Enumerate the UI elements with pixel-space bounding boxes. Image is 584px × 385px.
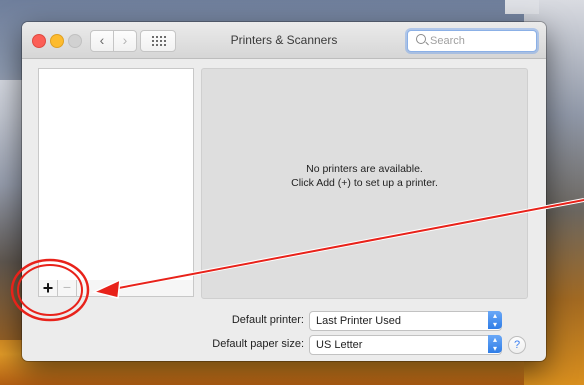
list-button-bar: + −: [38, 279, 194, 297]
popup-arrows-icon: ▴ ▾: [488, 311, 502, 329]
popup-arrows-icon: ▴ ▾: [488, 335, 502, 353]
help-button[interactable]: ?: [508, 336, 526, 354]
add-printer-button[interactable]: +: [39, 279, 58, 297]
remove-printer-button[interactable]: −: [58, 280, 77, 296]
title-bar: ‹ › Printers & Scanners Search: [22, 22, 546, 59]
default-printer-value: Last Printer Used: [316, 315, 401, 327]
empty-state-line-2: Click Add (+) to set up a printer.: [291, 177, 438, 189]
default-paper-size-value: US Letter: [316, 339, 363, 351]
default-printer-select[interactable]: Last Printer Used ▴ ▾: [309, 311, 502, 331]
search-field[interactable]: Search: [407, 30, 537, 52]
search-icon: [416, 34, 426, 44]
default-paper-size-select[interactable]: US Letter ▴ ▾: [309, 335, 502, 355]
printers-scanners-window: ‹ › Printers & Scanners Search + − No pr…: [22, 22, 546, 361]
default-printer-label: Default printer:: [231, 314, 304, 326]
search-placeholder: Search: [430, 35, 465, 47]
printer-list[interactable]: [38, 68, 194, 282]
empty-state-line-1: No printers are available.: [306, 163, 423, 175]
desktop-corner-patch: [505, 0, 539, 14]
empty-state-message: No printers are available. Click Add (+)…: [202, 162, 527, 190]
printer-detail-pane: No printers are available. Click Add (+)…: [201, 68, 528, 299]
default-paper-size-label: Default paper size:: [212, 338, 304, 350]
